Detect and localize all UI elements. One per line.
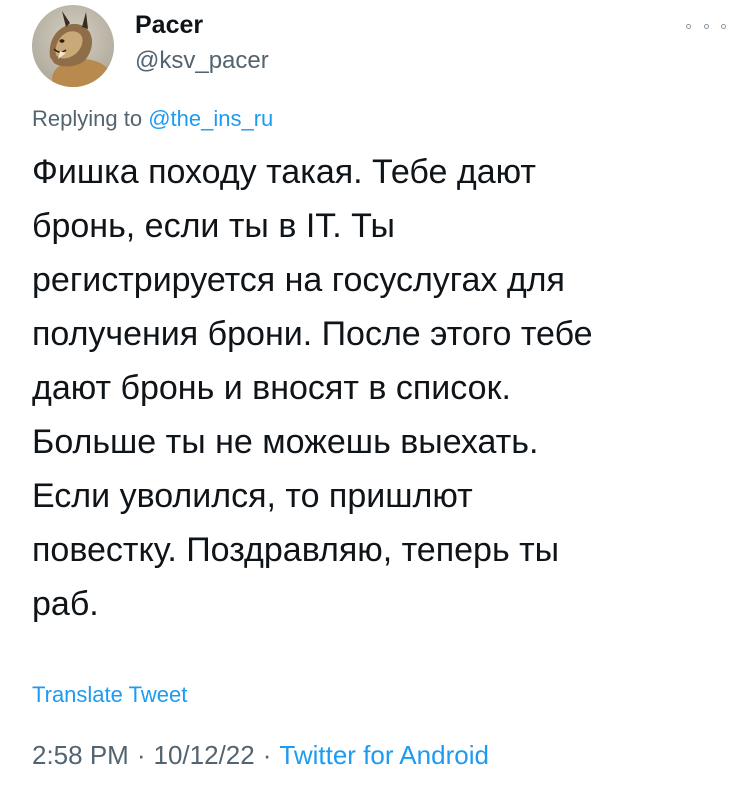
tweet-text: Фишка походу такая. Тебе дают бронь, есл… bbox=[32, 153, 593, 623]
meta-separator: · bbox=[136, 740, 146, 770]
avatar[interactable] bbox=[32, 5, 114, 87]
replying-prefix: Replying to bbox=[32, 106, 143, 131]
tweet-meta: 2:58 PM · 10/12/22 · Twitter for Android bbox=[32, 738, 489, 772]
reply-mention-link[interactable]: @the_ins_ru bbox=[148, 106, 273, 131]
more-dot bbox=[686, 23, 691, 29]
lynx-avatar-icon bbox=[32, 5, 114, 87]
more-horizontal-icon[interactable] bbox=[686, 16, 726, 36]
more-dot bbox=[721, 23, 726, 29]
more-dot bbox=[703, 23, 709, 29]
tweet-date[interactable]: 10/12/22 bbox=[154, 740, 255, 770]
replying-to: Replying to @the_ins_ru bbox=[32, 104, 273, 134]
tweet-time[interactable]: 2:58 PM bbox=[32, 740, 129, 770]
display-name[interactable]: Pacer bbox=[135, 9, 203, 41]
meta-separator: · bbox=[262, 740, 272, 770]
tweet-source-link[interactable]: Twitter for Android bbox=[279, 740, 489, 770]
translate-tweet-link[interactable]: Translate Tweet bbox=[32, 680, 187, 710]
user-handle[interactable]: @ksv_pacer bbox=[135, 46, 269, 76]
tweet-card: Pacer @ksv_pacer Replying to @the_ins_ru… bbox=[0, 0, 750, 787]
